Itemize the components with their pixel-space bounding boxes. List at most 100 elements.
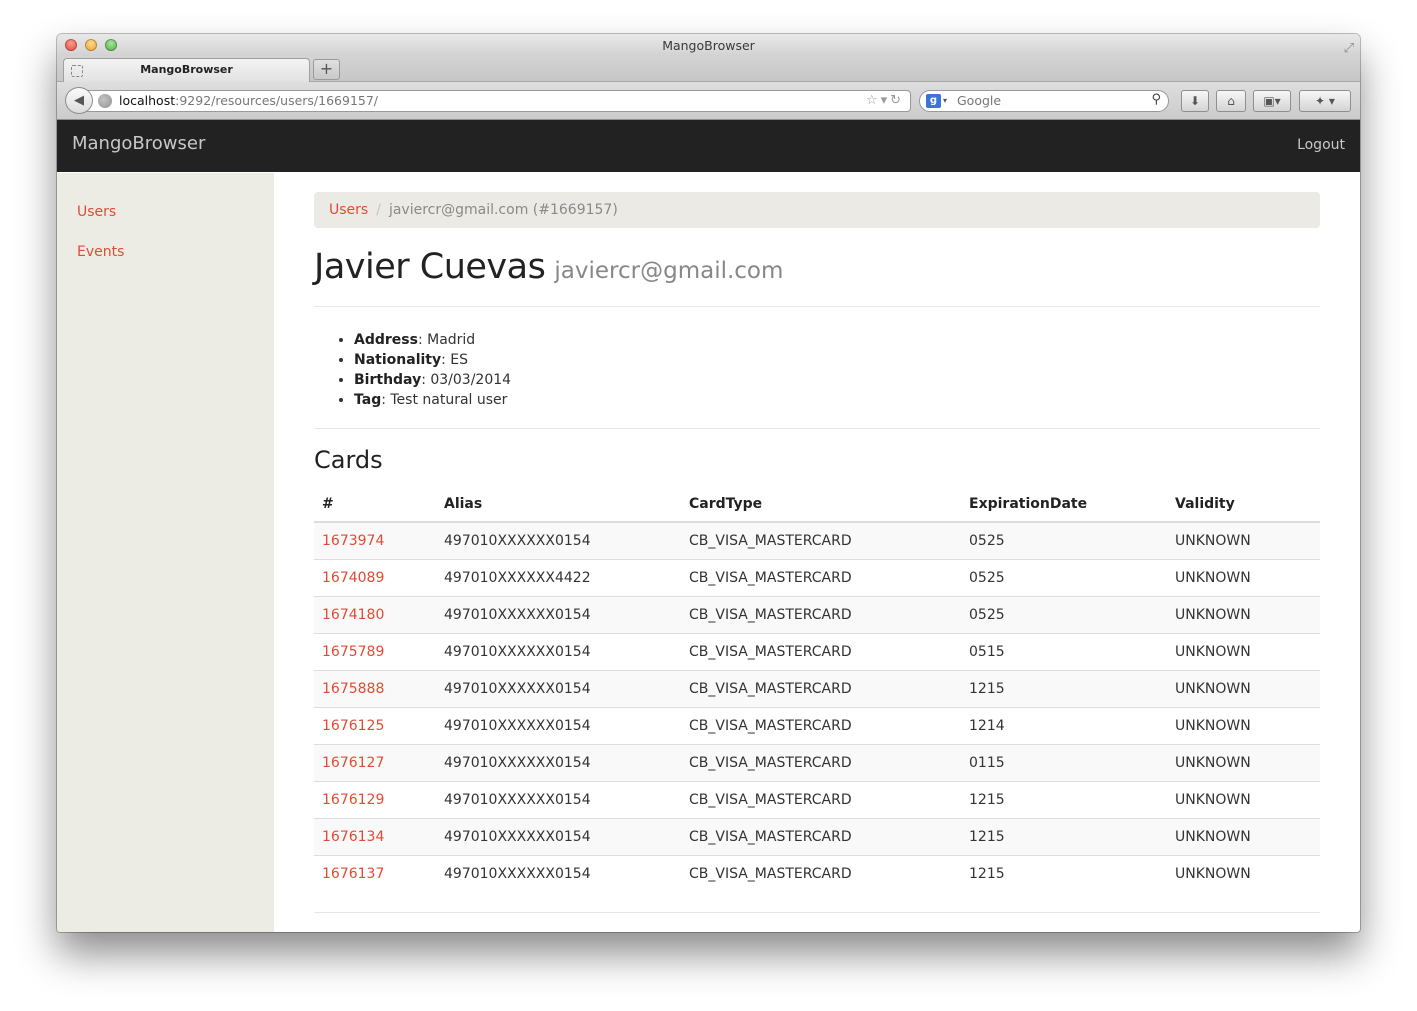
back-arrow-icon: ◀ [74, 93, 84, 108]
card-id-link[interactable]: 1676127 [322, 755, 384, 771]
search-engine-icon[interactable]: g [926, 94, 941, 108]
column-header-id: # [314, 486, 436, 523]
zoom-window-button[interactable] [105, 39, 117, 51]
table-header-row: # Alias CardType ExpirationDate Validity [314, 486, 1320, 523]
detail-nationality: Nationality: ES [354, 350, 511, 370]
window-title: MangoBrowser [662, 38, 755, 53]
card-id-link[interactable]: 1673974 [322, 533, 384, 549]
detail-tag: Tag: Test natural user [354, 390, 511, 410]
cell-id: 1676137 [314, 854, 436, 892]
cards-heading: Cards [314, 446, 383, 474]
close-window-button[interactable] [65, 39, 77, 51]
search-icon[interactable]: ⚲ [1151, 90, 1161, 110]
sidebar-item-users[interactable]: Users [77, 204, 116, 220]
detail-label: Nationality [354, 352, 442, 368]
back-button[interactable]: ◀ [65, 87, 93, 114]
cell-cardtype: CB_VISA_MASTERCARD [681, 854, 961, 892]
search-bar[interactable]: g ▾ Google ⚲ [919, 90, 1169, 112]
card-id-link[interactable]: 1676125 [322, 718, 384, 734]
card-id-link[interactable]: 1675789 [322, 644, 384, 660]
tab-favicon-icon [71, 65, 83, 77]
cell-id: 1676127 [314, 743, 436, 781]
bookmarks-icon: ▣▾ [1263, 94, 1281, 108]
window-controls [65, 39, 117, 51]
cell-cardtype: CB_VISA_MASTERCARD [681, 780, 961, 818]
logout-link[interactable]: Logout [1297, 137, 1345, 153]
table-row: 1675789 497010XXXXXX0154 CB_VISA_MASTERC… [314, 632, 1320, 670]
home-icon: ⌂ [1227, 94, 1235, 108]
table-row: 1676129 497010XXXXXX0154 CB_VISA_MASTERC… [314, 780, 1320, 818]
column-header-expiration: ExpirationDate [961, 486, 1167, 523]
cell-id: 1675888 [314, 669, 436, 707]
detail-birthday: Birthday: 03/03/2014 [354, 370, 511, 390]
home-button[interactable]: ⌂ [1216, 90, 1246, 112]
star-icon[interactable]: ☆ [866, 93, 881, 108]
cell-validity: UNKNOWN [1167, 854, 1320, 892]
card-id-link[interactable]: 1675888 [322, 681, 384, 697]
detail-value: : ES [441, 352, 469, 368]
cell-id: 1674089 [314, 558, 436, 596]
cell-alias: 497010XXXXXX0154 [436, 706, 681, 744]
table-row: 1676137 497010XXXXXX0154 CB_VISA_MASTERC… [314, 854, 1320, 892]
url-path: :9292/resources/users/1669157/ [175, 93, 379, 108]
cell-expiration: 1215 [961, 854, 1167, 892]
dropdown-icon[interactable]: ▾ [881, 93, 891, 108]
new-tab-button[interactable]: + [313, 59, 340, 80]
cards-table: # Alias CardType ExpirationDate Validity… [314, 486, 1320, 892]
detail-label: Address [354, 332, 418, 348]
cell-alias: 497010XXXXXX4422 [436, 558, 681, 596]
detail-value: : Madrid [417, 332, 476, 348]
cell-cardtype: CB_VISA_MASTERCARD [681, 558, 961, 596]
browser-window: MangoBrowser ⤢ MangoBrowser + ◀ localhos… [57, 34, 1360, 932]
download-button[interactable]: ⬇ [1181, 90, 1209, 112]
card-id-link[interactable]: 1676129 [322, 792, 384, 808]
cell-validity: UNKNOWN [1167, 595, 1320, 633]
bookmarks-button[interactable]: ▣▾ [1253, 90, 1291, 112]
cell-expiration: 1214 [961, 706, 1167, 744]
chevron-down-icon: ▾ [943, 96, 948, 105]
address-bar[interactable]: localhost:9292/resources/users/1669157/ … [87, 90, 911, 112]
card-id-link[interactable]: 1674089 [322, 570, 384, 586]
cell-id: 1674180 [314, 595, 436, 633]
cell-expiration: 1215 [961, 817, 1167, 855]
brand-link[interactable]: MangoBrowser [72, 133, 205, 154]
card-id-link[interactable]: 1674180 [322, 607, 384, 623]
cell-cardtype: CB_VISA_MASTERCARD [681, 743, 961, 781]
cell-alias: 497010XXXXXX0154 [436, 632, 681, 670]
footer-divider [314, 912, 1320, 913]
reload-icon[interactable]: ↻ [890, 93, 904, 108]
app-navbar: MangoBrowser Logout [57, 120, 1360, 172]
address-bar-actions: ☆▾↻ [866, 91, 904, 111]
cell-alias: 497010XXXXXX0154 [436, 854, 681, 892]
table-row: 1674089 497010XXXXXX4422 CB_VISA_MASTERC… [314, 558, 1320, 596]
cell-alias: 497010XXXXXX0154 [436, 780, 681, 818]
cell-cardtype: CB_VISA_MASTERCARD [681, 817, 961, 855]
cell-validity: UNKNOWN [1167, 817, 1320, 855]
cell-id: 1675789 [314, 632, 436, 670]
cell-cardtype: CB_VISA_MASTERCARD [681, 521, 961, 559]
tab-label: MangoBrowser [140, 63, 233, 76]
extensions-button[interactable]: ✦ ▾ [1299, 90, 1351, 112]
card-id-link[interactable]: 1676137 [322, 866, 384, 882]
card-id-link[interactable]: 1676134 [322, 829, 384, 845]
cell-cardtype: CB_VISA_MASTERCARD [681, 669, 961, 707]
cell-expiration: 0525 [961, 595, 1167, 633]
cell-id: 1673974 [314, 521, 436, 559]
minimize-window-button[interactable] [85, 39, 97, 51]
cell-validity: UNKNOWN [1167, 632, 1320, 670]
user-email: javiercr@gmail.com [554, 258, 784, 284]
cell-id: 1676129 [314, 780, 436, 818]
detail-address: Address: Madrid [354, 330, 511, 350]
table-row: 1676134 497010XXXXXX0154 CB_VISA_MASTERC… [314, 817, 1320, 855]
search-placeholder: Google [957, 93, 1002, 108]
tab-mangobrowser[interactable]: MangoBrowser [63, 58, 310, 82]
cell-id: 1676125 [314, 706, 436, 744]
cell-expiration: 0525 [961, 521, 1167, 559]
cell-expiration: 0115 [961, 743, 1167, 781]
breadcrumb-users-link[interactable]: Users [329, 202, 368, 218]
cell-expiration: 1215 [961, 780, 1167, 818]
breadcrumb-separator: / [376, 202, 381, 218]
sidebar-item-events[interactable]: Events [77, 244, 124, 260]
browser-toolbar: ◀ localhost:9292/resources/users/1669157… [57, 82, 1360, 120]
detail-label: Birthday [354, 372, 422, 388]
